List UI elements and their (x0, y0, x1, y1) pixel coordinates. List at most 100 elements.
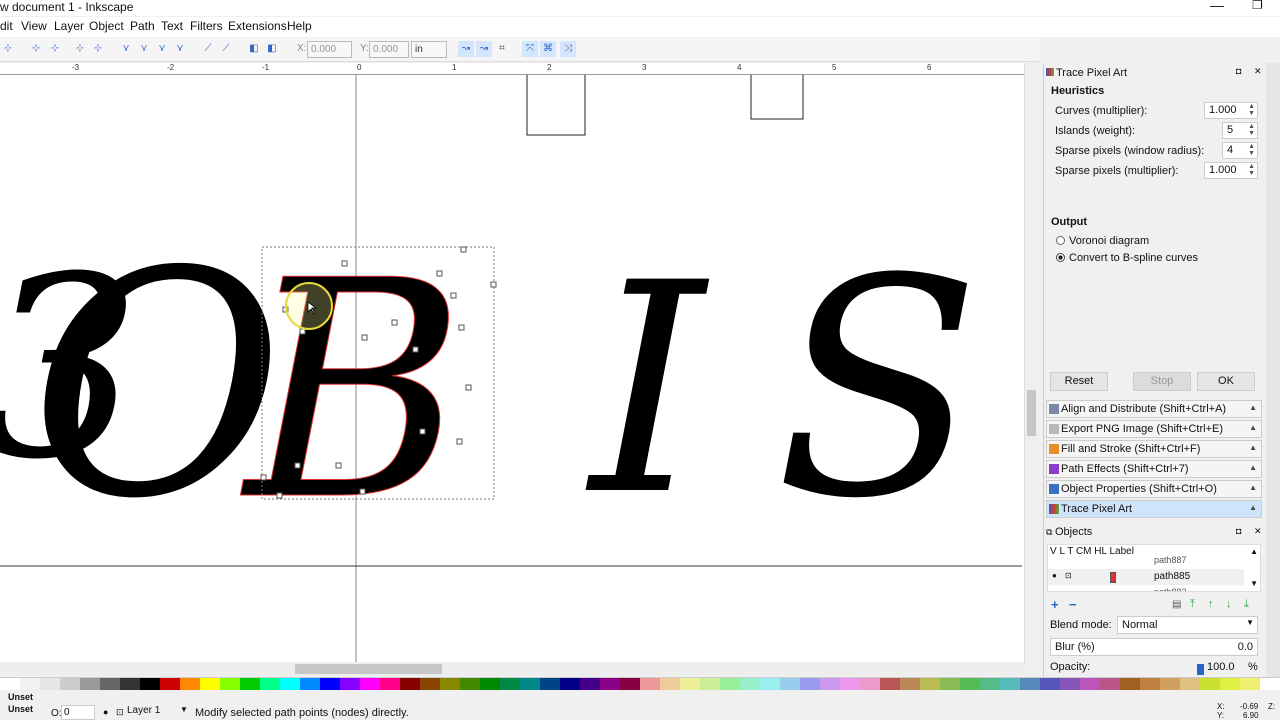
drawing-canvas[interactable]: 3 O B I S (0, 75, 1024, 662)
object-row-label[interactable]: path887 (1154, 555, 1187, 565)
path-node[interactable] (341, 260, 348, 267)
panel-trace-pixel-art[interactable]: Trace Pixel Art ▲ (1046, 500, 1262, 518)
voronoi-label[interactable]: Voronoi diagram (1069, 235, 1149, 247)
path-node[interactable] (359, 488, 366, 495)
path-node[interactable] (465, 384, 472, 391)
menu-filters[interactable]: Filters (190, 19, 223, 33)
fill-indicator[interactable]: Unset (8, 692, 33, 702)
join-nodes-icon[interactable]: ⊹ (49, 43, 61, 55)
tree-scroll-up-icon[interactable]: ▲ (1250, 547, 1258, 556)
path-node[interactable] (391, 319, 398, 326)
vertical-scroll-thumb[interactable] (1027, 390, 1036, 436)
highlight-color-swatch[interactable] (1110, 572, 1116, 583)
menu-extensions[interactable]: Extensions (228, 19, 287, 33)
unit-select[interactable]: in (411, 41, 447, 58)
cusp-node-icon[interactable]: ⋎ (120, 43, 132, 55)
path-node[interactable] (450, 292, 457, 299)
segment-curve-icon[interactable]: ⟋ (220, 43, 232, 55)
sparse-radius-field[interactable]: 4 ▲ ▼ (1222, 142, 1258, 159)
menu-path[interactable]: Path (130, 19, 155, 33)
dock-close-icon[interactable]: ✕ (1254, 66, 1262, 77)
visibility-icon[interactable]: ● (1052, 571, 1057, 580)
show-transform-icon[interactable]: ⤧ (522, 41, 538, 57)
dock-scrollbar[interactable] (1266, 63, 1280, 677)
menu-view[interactable]: View (21, 19, 47, 33)
path-node[interactable] (335, 462, 342, 469)
letter-b-selected[interactable]: B (240, 217, 466, 567)
object-row-selected[interactable]: ● ⊡ path885 (1048, 569, 1244, 585)
lower-icon[interactable]: ↓ (1226, 598, 1232, 610)
bspline-radio[interactable] (1056, 253, 1065, 262)
remove-layer-icon[interactable]: − (1069, 597, 1077, 612)
lower-to-bottom-icon[interactable]: ⤓ (1244, 598, 1249, 611)
reset-button[interactable]: Reset (1050, 372, 1108, 391)
opacity-status-field[interactable]: 0 (61, 705, 95, 720)
spin-arrows-icon[interactable]: ▲ ▼ (1248, 123, 1255, 137)
menu-help[interactable]: Help (287, 19, 312, 33)
path-node[interactable] (458, 324, 465, 331)
panel-export-png[interactable]: Export PNG Image (Shift+Ctrl+E) ▲ (1046, 420, 1262, 438)
y-coord-field[interactable]: 0.000 (369, 41, 409, 58)
panel-align-distribute[interactable]: Align and Distribute (Shift+Ctrl+A) ▲ (1046, 400, 1262, 418)
raise-to-top-icon[interactable]: ⤒ (1190, 598, 1195, 611)
blend-mode-select[interactable]: Normal ▼ (1117, 616, 1258, 634)
raise-icon[interactable]: ↑ (1208, 598, 1214, 610)
delete-node-icon[interactable]: ⊹ (30, 43, 42, 55)
pixel-art-box[interactable] (750, 75, 804, 120)
layer-chevron-icon[interactable]: ▼ (180, 705, 188, 714)
spin-arrows-icon[interactable]: ▲ ▼ (1248, 163, 1255, 177)
ok-button[interactable]: OK (1197, 372, 1255, 391)
objects-tree[interactable]: V L T CM HL Label path887 ● ⊡ path885 pa… (1047, 544, 1261, 592)
path-node[interactable] (460, 246, 467, 253)
blur-slider[interactable]: Blur (%) 0.0 (1050, 638, 1258, 656)
path-node[interactable] (436, 270, 443, 277)
path-node[interactable] (299, 328, 306, 335)
object-to-path-icon[interactable]: ◧ (248, 43, 260, 55)
sparse-multiplier-field[interactable]: 1.000 ▲ ▼ (1204, 162, 1258, 179)
pixel-art-box[interactable] (526, 75, 586, 136)
menu-text[interactable]: Text (161, 19, 183, 33)
stroke-to-path-icon[interactable]: ◧ (266, 43, 278, 55)
smooth-node-icon[interactable]: ⋎ (138, 43, 150, 55)
path-node[interactable] (294, 462, 301, 469)
symmetric-node-icon[interactable]: ⋎ (156, 43, 168, 55)
panel-object-properties[interactable]: Object Properties (Shift+Ctrl+O) ▲ (1046, 480, 1262, 498)
show-handles-icon[interactable]: ↝ (458, 41, 474, 57)
curves-multiplier-field[interactable]: 1.000 ▲ ▼ (1204, 102, 1258, 119)
dock-restore-icon[interactable]: ◘ (1236, 66, 1241, 76)
letter-i[interactable]: I (585, 222, 712, 559)
edit-mask-icon[interactable]: ⌘ (540, 41, 556, 57)
path-node[interactable] (419, 428, 426, 435)
lock-icon[interactable]: ⊡ (1065, 571, 1072, 580)
panel-fill-stroke[interactable]: Fill and Stroke (Shift+Ctrl+F) ▲ (1046, 440, 1262, 458)
spin-arrows-icon[interactable]: ▲ ▼ (1248, 143, 1255, 157)
add-layer-icon[interactable]: + (1051, 597, 1059, 612)
object-row-label[interactable]: path885 (1154, 571, 1190, 582)
layer-select[interactable]: Layer 1 (127, 705, 177, 720)
objects-close-icon[interactable]: ✕ (1254, 526, 1262, 537)
opacity-slider-handle[interactable] (1197, 664, 1204, 675)
x-coord-field[interactable]: 0.000 (307, 41, 352, 58)
panel-path-effects[interactable]: Path Effects (Shift+Ctrl+7) ▲ (1046, 460, 1262, 478)
objects-restore-icon[interactable]: ◘ (1236, 526, 1241, 536)
tree-scroll-down-icon[interactable]: ▼ (1250, 579, 1258, 588)
path-node[interactable] (456, 438, 463, 445)
show-outline-icon[interactable]: ↝ (476, 41, 492, 57)
color-palette[interactable] (0, 677, 1280, 691)
path-node[interactable] (490, 281, 497, 288)
segment-line-icon[interactable]: ⟋ (202, 43, 214, 55)
stop-button[interactable]: Stop (1133, 372, 1191, 391)
bspline-label[interactable]: Convert to B-spline curves (1069, 252, 1198, 264)
path-node[interactable] (276, 492, 283, 499)
object-row-label[interactable]: path883 (1154, 587, 1187, 591)
menu-object[interactable]: Object (89, 19, 124, 33)
maximize-button[interactable]: ❐ (1252, 0, 1263, 12)
path-effect-icon[interactable]: ⤨ (560, 41, 576, 57)
join-segment-icon[interactable]: ⊹ (92, 43, 104, 55)
path-node[interactable] (412, 346, 419, 353)
collapse-icon[interactable]: ▤ (1172, 599, 1181, 610)
letter-s[interactable]: S (775, 215, 981, 564)
voronoi-radio[interactable] (1056, 236, 1065, 245)
break-path-icon[interactable]: ⊹ (74, 43, 86, 55)
path-node[interactable] (260, 474, 267, 481)
